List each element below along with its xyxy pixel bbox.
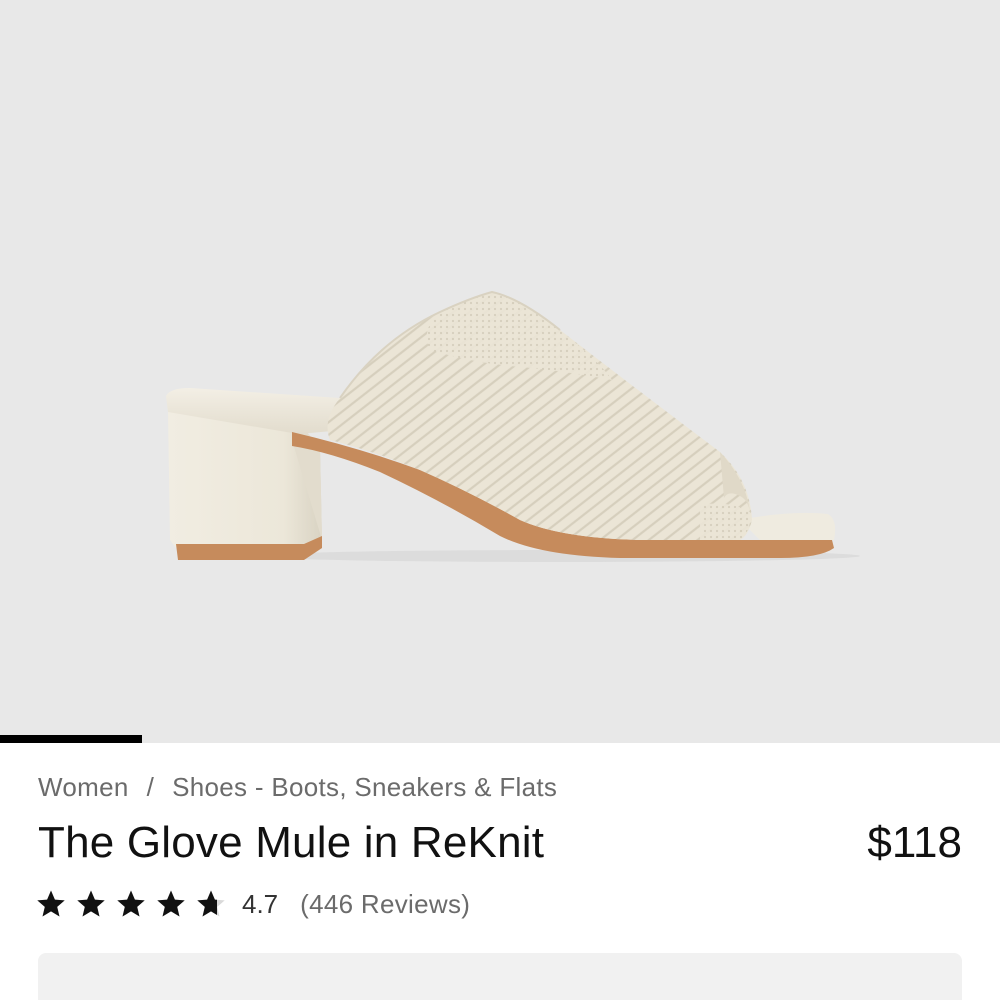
breadcrumb: Women / Shoes - Boots, Sneakers & Flats xyxy=(38,772,557,803)
breadcrumb-item-women[interactable]: Women xyxy=(38,772,129,802)
product-title: The Glove Mule in ReKnit xyxy=(38,818,545,867)
star-icon xyxy=(76,889,106,919)
star-rating xyxy=(36,889,236,919)
star-icon xyxy=(116,889,146,919)
rating-value: 4.7 xyxy=(242,888,279,919)
product-page: Women / Shoes - Boots, Sneakers & Flats Th… xyxy=(0,0,1000,1000)
product-price: $118 xyxy=(867,818,962,867)
star-icon xyxy=(36,889,66,919)
product-rating[interactable]: 4.7 (446 Reviews) xyxy=(36,884,470,924)
review-count-link[interactable]: (446 Reviews) xyxy=(300,889,470,920)
star-icon xyxy=(196,889,226,919)
breadcrumb-item-shoes[interactable]: Shoes - Boots, Sneakers & Flats xyxy=(172,772,557,802)
breadcrumb-separator: / xyxy=(146,772,155,802)
product-image[interactable] xyxy=(0,0,1000,743)
gallery-progress-fill xyxy=(0,735,142,743)
shoe-illustration xyxy=(166,290,860,562)
gallery-progress-bar xyxy=(0,735,1000,743)
star-icon xyxy=(156,889,186,919)
size-selector-panel xyxy=(38,953,962,1000)
